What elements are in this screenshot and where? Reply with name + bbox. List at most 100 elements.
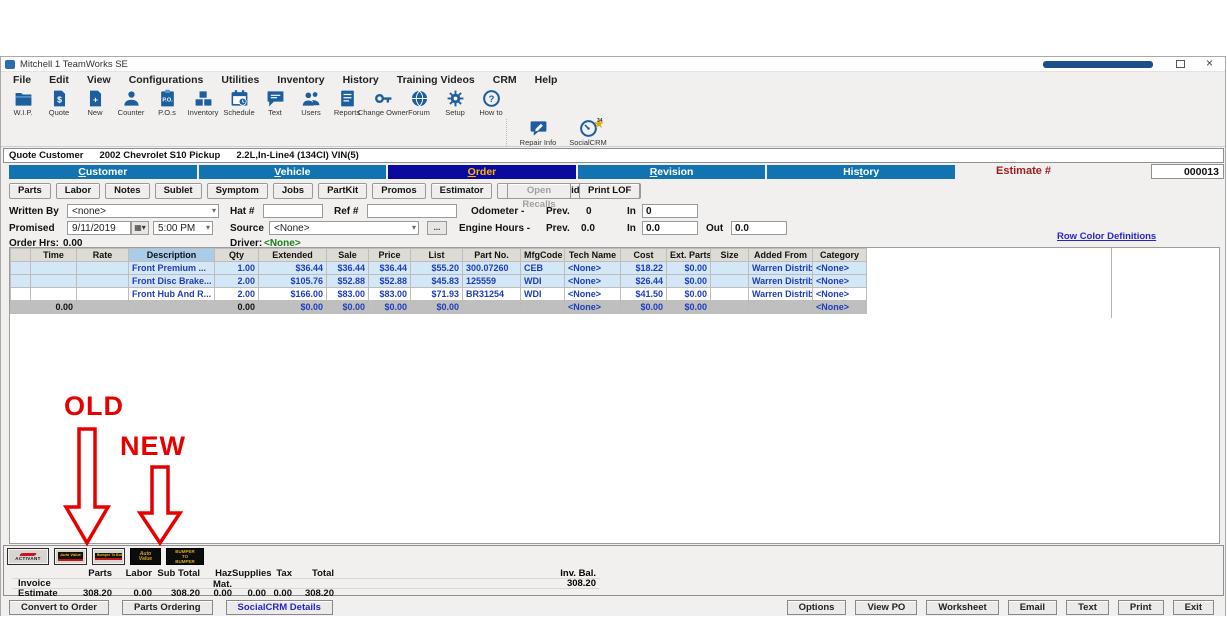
worksheet-button[interactable]: Worksheet bbox=[926, 600, 998, 615]
toolbar-button-inventory[interactable]: Inventory bbox=[185, 89, 221, 119]
grid-cell bbox=[11, 301, 31, 314]
grid-column-header-qty[interactable]: Qty bbox=[215, 249, 259, 262]
grid-column-header-extended[interactable]: Extended bbox=[259, 249, 327, 262]
toolbar-button-forum[interactable]: Forum bbox=[401, 89, 437, 119]
menu-item-file[interactable]: File bbox=[5, 73, 39, 88]
tab-customer[interactable]: Customer bbox=[9, 165, 197, 179]
view-po-button[interactable]: View PO bbox=[855, 600, 917, 615]
promised-time-select[interactable]: 5:00 PM▾ bbox=[153, 221, 213, 235]
grid-part-row[interactable]: Front Premium ...1.00$36.44$36.44$36.44$… bbox=[11, 262, 867, 275]
subtab-estimator[interactable]: Estimator bbox=[431, 183, 493, 199]
toolbar-button-setup[interactable]: Setup bbox=[437, 89, 473, 119]
toolbar-button-counter[interactable]: Counter bbox=[113, 89, 149, 119]
subtab-parts[interactable]: Parts bbox=[9, 183, 51, 199]
source-more-button[interactable]: ... bbox=[427, 221, 447, 235]
grid-column-header-rate[interactable]: Rate bbox=[77, 249, 129, 262]
calendar-picker-icon[interactable]: ▦▾ bbox=[131, 221, 149, 235]
convert-to-order-button[interactable]: Convert to Order bbox=[9, 600, 109, 615]
text-button[interactable]: Text bbox=[1066, 600, 1109, 615]
open-recalls-button[interactable]: Open Recalls bbox=[507, 183, 571, 199]
grid-column-header-list[interactable]: List bbox=[411, 249, 463, 262]
socialcrm-star-badge: ★34 bbox=[593, 115, 607, 128]
toolbar-button-schedule[interactable]: Schedule bbox=[221, 89, 257, 119]
print-button[interactable]: Print bbox=[1118, 600, 1164, 615]
toolbar-button-how-to[interactable]: ?How to bbox=[473, 89, 509, 119]
subtab-notes[interactable]: Notes bbox=[105, 183, 149, 199]
engine-hours-in-input[interactable] bbox=[642, 221, 698, 235]
toolbar-button-users[interactable]: Users bbox=[293, 89, 329, 119]
grid-column-header-sale[interactable]: Sale bbox=[327, 249, 369, 262]
ref-input[interactable] bbox=[367, 204, 457, 218]
menu-item-help[interactable]: Help bbox=[527, 73, 566, 88]
grid-part-row[interactable]: Front Disc Brake...2.00$105.76$52.88$52.… bbox=[11, 275, 867, 288]
tab-history[interactable]: History bbox=[767, 165, 955, 179]
menu-item-utilities[interactable]: Utilities bbox=[213, 73, 267, 88]
grid-column-header-description[interactable]: Description bbox=[129, 249, 215, 262]
tab-vehicle[interactable]: Vehicle bbox=[199, 165, 387, 179]
subtab-labor[interactable]: Labor bbox=[56, 183, 100, 199]
toolbar-button-new[interactable]: +New bbox=[77, 89, 113, 119]
close-window-icon[interactable] bbox=[1206, 56, 1213, 70]
socialcrm-details-button[interactable]: SocialCRM Details bbox=[226, 600, 333, 615]
tab-revision[interactable]: Revision bbox=[578, 165, 766, 179]
subtab-sublet[interactable]: Sublet bbox=[155, 183, 202, 199]
toolbar-button-p-o-s[interactable]: P.O.P.O.s bbox=[149, 89, 185, 119]
menu-item-training-videos[interactable]: Training Videos bbox=[389, 73, 483, 88]
toolbar-button-repair-info[interactable]: Repair Info bbox=[513, 119, 563, 146]
menu-item-history[interactable]: History bbox=[335, 73, 387, 88]
exit-button[interactable]: Exit bbox=[1173, 600, 1214, 615]
grid-column-header-row-selector[interactable] bbox=[11, 249, 31, 262]
vendor-logo-text: Bumper To Bumper bbox=[95, 553, 122, 561]
grid-column-header-size[interactable]: Size bbox=[711, 249, 749, 262]
print-lof-button[interactable]: Print LOF bbox=[579, 183, 640, 199]
menu-item-edit[interactable]: Edit bbox=[41, 73, 77, 88]
promised-date-input[interactable]: 9/11/2019 bbox=[67, 221, 131, 235]
grid-column-header-ext-parts[interactable]: Ext. Parts bbox=[667, 249, 711, 262]
grid-total-row[interactable]: 0.000.00$0.00$0.00$0.00$0.00<None>$0.00$… bbox=[11, 301, 867, 314]
restore-window-icon[interactable] bbox=[1176, 60, 1185, 68]
menu-item-crm[interactable]: CRM bbox=[485, 73, 525, 88]
hat-input[interactable] bbox=[263, 204, 323, 218]
odometer-label: Odometer - bbox=[471, 206, 524, 217]
grid-column-header-category[interactable]: Category bbox=[813, 249, 867, 262]
written-by-select[interactable]: <none>▾ bbox=[67, 204, 219, 218]
toolbar-button-w-i-p[interactable]: W.I.P. bbox=[5, 89, 41, 119]
menu-item-inventory[interactable]: Inventory bbox=[269, 73, 332, 88]
subtab-symptom[interactable]: Symptom bbox=[207, 183, 268, 199]
menu-item-view[interactable]: View bbox=[79, 73, 119, 88]
grid-column-header-cost[interactable]: Cost bbox=[621, 249, 667, 262]
engine-hours-out-input[interactable] bbox=[731, 221, 787, 235]
vendor-button-bumper-to-bumper-new-bb[interactable]: BUMPERTO BUMPER bbox=[166, 548, 204, 565]
toolbar-button-change-owner[interactable]: Change Owner bbox=[365, 89, 401, 119]
menu-item-configurations[interactable]: Configurations bbox=[121, 73, 212, 88]
annotation-old-arrow-icon bbox=[63, 427, 111, 547]
options-button[interactable]: Options bbox=[787, 600, 847, 615]
subtab-jobs[interactable]: Jobs bbox=[273, 183, 313, 199]
source-select[interactable]: <None>▾ bbox=[269, 221, 419, 235]
email-button[interactable]: Email bbox=[1008, 600, 1057, 615]
grid-column-header-price[interactable]: Price bbox=[369, 249, 411, 262]
source-label: Source bbox=[230, 223, 264, 234]
hat-label: Hat # bbox=[230, 206, 254, 217]
vendor-button-activant-activant[interactable]: ACTIVANT bbox=[7, 548, 49, 565]
parts-ordering-button[interactable]: Parts Ordering bbox=[122, 600, 213, 615]
grid-cell: $71.93 bbox=[411, 288, 463, 301]
odometer-in-input[interactable] bbox=[642, 204, 698, 218]
grid-column-header-mfgcode[interactable]: MfgCode bbox=[521, 249, 565, 262]
toolbar-button-socialcrm[interactable]: SocialCRM★34 bbox=[563, 119, 613, 146]
vendor-logo-text: ACTIVANT bbox=[15, 556, 41, 561]
grid-column-header-time[interactable]: Time bbox=[31, 249, 77, 262]
vendor-button-auto-value-new-av[interactable]: AutoValue bbox=[130, 548, 161, 565]
vendor-button-bumper-to-bumper-old-bb[interactable]: Bumper To Bumper bbox=[92, 548, 125, 565]
vendor-button-auto-value-old-av[interactable]: Auto Value bbox=[54, 548, 87, 565]
toolbar-button-quote[interactable]: $Quote bbox=[41, 89, 77, 119]
row-color-definitions-link[interactable]: Row Color Definitions bbox=[1057, 231, 1156, 242]
grid-column-header-tech-name[interactable]: Tech Name bbox=[565, 249, 621, 262]
grid-column-header-added-from[interactable]: Added From bbox=[749, 249, 813, 262]
grid-part-row[interactable]: Front Hub And R...2.00$166.00$83.00$83.0… bbox=[11, 288, 867, 301]
subtab-partkit[interactable]: PartKit bbox=[318, 183, 367, 199]
toolbar-button-text[interactable]: Text bbox=[257, 89, 293, 119]
tab-order[interactable]: Order bbox=[388, 165, 576, 179]
subtab-promos[interactable]: Promos bbox=[372, 183, 425, 199]
grid-column-header-part-no[interactable]: Part No. bbox=[463, 249, 521, 262]
